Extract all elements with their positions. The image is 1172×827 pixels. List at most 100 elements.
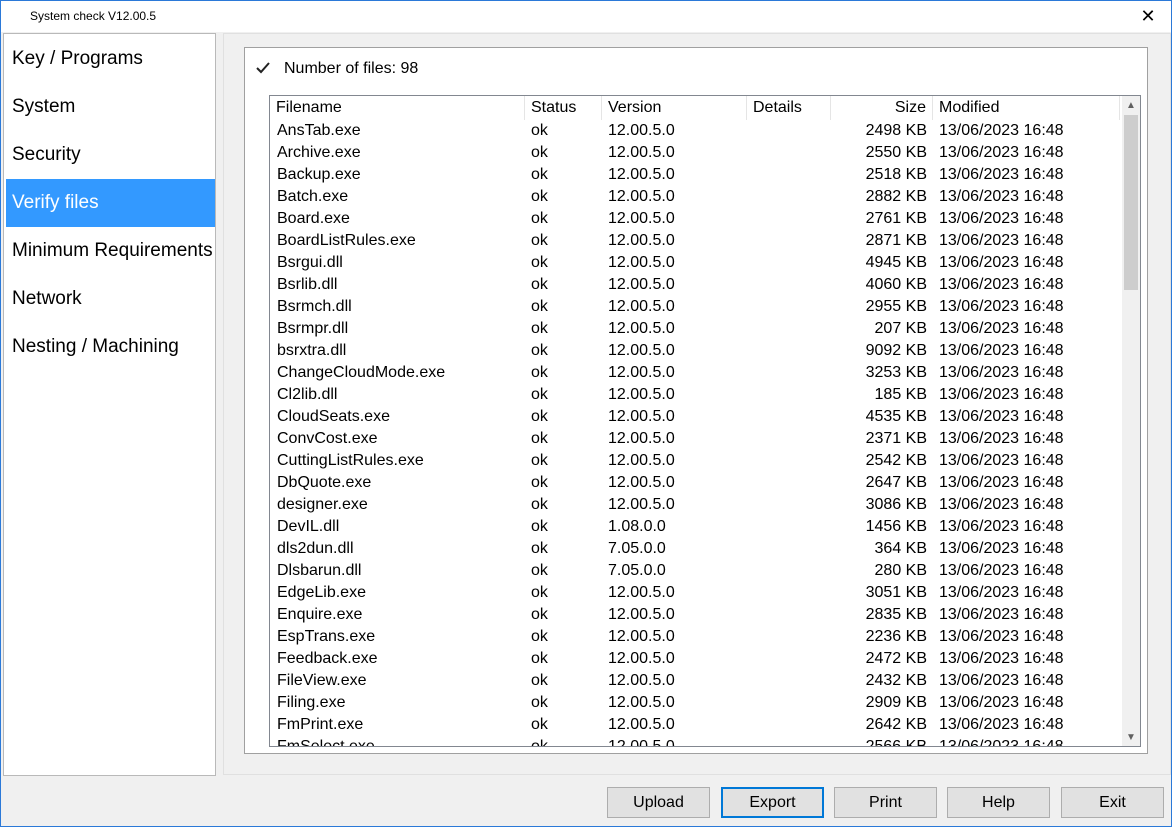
status-cell: ok: [531, 606, 548, 623]
window: System check V12.00.5 ✕ Key / Programs S…: [0, 0, 1172, 827]
sidebar-item-key-programs[interactable]: Key / Programs: [6, 35, 215, 83]
status-cell: ok: [531, 254, 548, 271]
scrollbar-thumb[interactable]: [1124, 115, 1138, 290]
status-cell: ok: [531, 430, 548, 447]
table-row[interactable]: Backup.exe ok 12.00.5.0 2518 KB 13/06/2023 1…: [270, 164, 1122, 186]
filename-cell: EspTrans.exe: [277, 628, 376, 645]
status-cell: ok: [531, 562, 548, 579]
table-row[interactable]: Bsrmpr.dll ok 12.00.5.0 207 KB 13/06/2023 16…: [270, 318, 1122, 340]
version-cell: 12.00.5.0: [608, 298, 675, 315]
table-row[interactable]: Filing.exe ok 12.00.5.0 2909 KB 13/06/2023 1…: [270, 692, 1122, 714]
size-cell: 2432 KB: [865, 672, 927, 689]
modified-cell: 13/06/2023 16:48: [939, 364, 1064, 381]
table-row[interactable]: Feedback.exe ok 12.00.5.0 2472 KB 13/06/2023…: [270, 648, 1122, 670]
filename-cell: Feedback.exe: [277, 650, 378, 667]
help-button[interactable]: Help: [947, 787, 1050, 818]
file-list[interactable]: Filename Status Version Details Size Mod…: [269, 95, 1141, 747]
status-cell: ok: [531, 276, 548, 293]
table-row[interactable]: Dlsbarun.dll ok 7.05.0.0 280 KB 13/06/2023 1…: [270, 560, 1122, 582]
filename-cell: Bsrmpr.dll: [277, 320, 349, 337]
status-cell: ok: [531, 144, 548, 161]
table-row[interactable]: CuttingListRules.exe ok 12.00.5.0 2542 KB 13…: [270, 450, 1122, 472]
version-cell: 12.00.5.0: [608, 386, 675, 403]
table-row[interactable]: Batch.exe ok 12.00.5.0 2882 KB 13/06/2023 16…: [270, 186, 1122, 208]
print-button[interactable]: Print: [834, 787, 937, 818]
modified-cell: 13/06/2023 16:48: [939, 144, 1064, 161]
table-row[interactable]: Board.exe ok 12.00.5.0 2761 KB 13/06/2023 16…: [270, 208, 1122, 230]
version-cell: 12.00.5.0: [608, 254, 675, 271]
version-cell: 12.00.5.0: [608, 166, 675, 183]
status-cell: ok: [531, 474, 548, 491]
sidebar-item-verify-files[interactable]: Verify files: [6, 179, 215, 227]
table-row[interactable]: DbQuote.exe ok 12.00.5.0 2647 KB 13/06/2023 …: [270, 472, 1122, 494]
table-row[interactable]: Cl2lib.dll ok 12.00.5.0 185 KB 13/06/2023 16…: [270, 384, 1122, 406]
vertical-scrollbar[interactable]: ▲ ▼: [1122, 96, 1140, 746]
modified-cell: 13/06/2023 16:48: [939, 562, 1064, 579]
sidebar-item-security[interactable]: Security: [6, 131, 215, 179]
filename-cell: Bsrlib.dll: [277, 276, 338, 293]
export-button[interactable]: Export: [721, 787, 824, 818]
exit-button[interactable]: Exit: [1061, 787, 1164, 818]
version-cell: 7.05.0.0: [608, 540, 666, 557]
table-row[interactable]: FileView.exe ok 12.00.5.0 2432 KB 13/06/2023…: [270, 670, 1122, 692]
table-row[interactable]: Enquire.exe ok 12.00.5.0 2835 KB 13/06/2023 …: [270, 604, 1122, 626]
version-cell: 12.00.5.0: [608, 210, 675, 227]
version-cell: 12.00.5.0: [608, 584, 675, 601]
size-cell: 3051 KB: [865, 584, 927, 601]
table-row[interactable]: FmSelect.exe ok 12.00.5.0 2566 KB 13/06/2023…: [270, 736, 1122, 747]
checkmark-icon: [256, 62, 270, 74]
table-row[interactable]: BoardListRules.exe ok 12.00.5.0 2871 KB 13/0…: [270, 230, 1122, 252]
table-row[interactable]: EspTrans.exe ok 12.00.5.0 2236 KB 13/06/2023…: [270, 626, 1122, 648]
table-row[interactable]: Archive.exe ok 12.00.5.0 2550 KB 13/06/2023 …: [270, 142, 1122, 164]
size-cell: 2236 KB: [865, 628, 927, 645]
version-cell: 12.00.5.0: [608, 188, 675, 205]
table-row[interactable]: bsrxtra.dll ok 12.00.5.0 9092 KB 13/06/2023 …: [270, 340, 1122, 362]
modified-cell: 13/06/2023 16:48: [939, 474, 1064, 491]
table-row[interactable]: ConvCost.exe ok 12.00.5.0 2371 KB 13/06/2023…: [270, 428, 1122, 450]
table-row[interactable]: Bsrmch.dll ok 12.00.5.0 2955 KB 13/06/2023 1…: [270, 296, 1122, 318]
sidebar-item-minimum-requirements[interactable]: Minimum Requirements: [6, 227, 215, 275]
table-row[interactable]: designer.exe ok 12.00.5.0 3086 KB 13/06/2023…: [270, 494, 1122, 516]
filename-cell: ChangeCloudMode.exe: [277, 364, 446, 381]
status-cell: ok: [531, 342, 548, 359]
version-cell: 12.00.5.0: [608, 144, 675, 161]
modified-cell: 13/06/2023 16:48: [939, 738, 1064, 747]
column-header-details[interactable]: Details: [747, 96, 831, 120]
status-cell: ok: [531, 518, 548, 535]
filename-cell: Backup.exe: [277, 166, 361, 183]
close-icon[interactable]: ✕: [1125, 1, 1171, 32]
column-header-filename[interactable]: Filename: [270, 96, 525, 120]
modified-cell: 13/06/2023 16:48: [939, 166, 1064, 183]
sidebar-item-network[interactable]: Network: [6, 275, 215, 323]
sidebar-item-system[interactable]: System: [6, 83, 215, 131]
column-header-size[interactable]: Size: [831, 96, 933, 120]
table-row[interactable]: Bsrlib.dll ok 12.00.5.0 4060 KB 13/06/2023 1…: [270, 274, 1122, 296]
column-header-modified[interactable]: Modified: [933, 96, 1120, 120]
table-row[interactable]: ChangeCloudMode.exe ok 12.00.5.0 3253 KB 13/…: [270, 362, 1122, 384]
table-row[interactable]: CloudSeats.exe ok 12.00.5.0 4535 KB 13/06/20…: [270, 406, 1122, 428]
list-rows: AnsTab.exe ok 12.00.5.0 2498 KB 13/06/2023 1…: [270, 120, 1122, 747]
version-cell: 12.00.5.0: [608, 122, 675, 139]
table-row[interactable]: AnsTab.exe ok 12.00.5.0 2498 KB 13/06/2023 1…: [270, 120, 1122, 142]
column-header-status[interactable]: Status: [525, 96, 602, 120]
size-cell: 2518 KB: [865, 166, 927, 183]
filename-cell: Batch.exe: [277, 188, 349, 205]
filename-cell: Archive.exe: [277, 144, 361, 161]
size-cell: 2761 KB: [865, 210, 927, 227]
status-cell: ok: [531, 650, 548, 667]
scroll-up-icon[interactable]: ▲: [1122, 96, 1140, 114]
window-title: System check V12.00.5: [30, 9, 157, 23]
table-row[interactable]: FmPrint.exe ok 12.00.5.0 2642 KB 13/06/2023 …: [270, 714, 1122, 736]
table-row[interactable]: dls2dun.dll ok 7.05.0.0 364 KB 13/06/2023 16…: [270, 538, 1122, 560]
filename-cell: DbQuote.exe: [277, 474, 372, 491]
upload-button[interactable]: Upload: [607, 787, 710, 818]
scroll-down-icon[interactable]: ▼: [1122, 728, 1140, 746]
column-header-version[interactable]: Version: [602, 96, 747, 120]
status-cell: ok: [531, 716, 548, 733]
table-row[interactable]: Bsrgui.dll ok 12.00.5.0 4945 KB 13/06/2023 1…: [270, 252, 1122, 274]
size-cell: 2371 KB: [865, 430, 927, 447]
table-row[interactable]: DevIL.dll ok 1.08.0.0 1456 KB 13/06/2023 16:…: [270, 516, 1122, 538]
filename-cell: CuttingListRules.exe: [277, 452, 424, 469]
table-row[interactable]: EdgeLib.exe ok 12.00.5.0 3051 KB 13/06/2023 …: [270, 582, 1122, 604]
sidebar-item-nesting-machining[interactable]: Nesting / Machining: [6, 323, 215, 371]
